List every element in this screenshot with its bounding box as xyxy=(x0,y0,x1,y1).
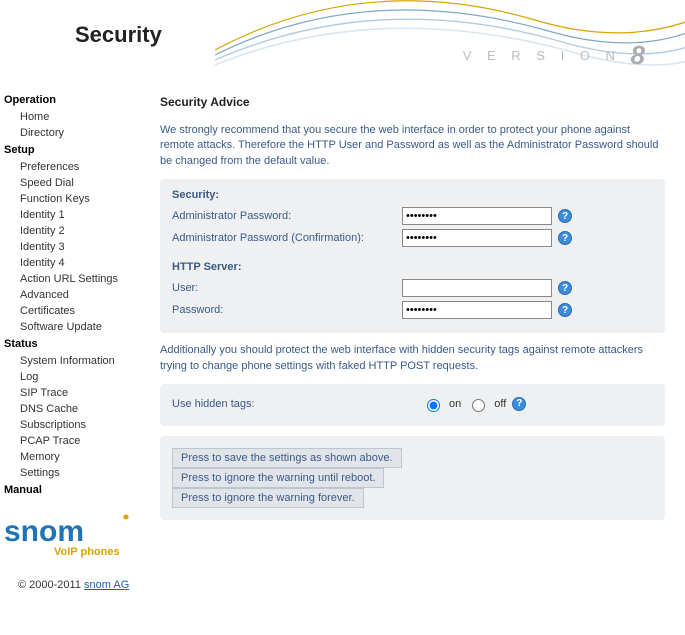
admin-password-label: Administrator Password: xyxy=(172,210,402,222)
http-user-input[interactable] xyxy=(402,279,552,297)
sidebar-item[interactable]: System Information xyxy=(4,353,150,369)
sidebar-item[interactable]: Advanced xyxy=(4,287,150,303)
version-label: V E R S I O N 8 xyxy=(463,40,645,71)
sidebar-group: Setup xyxy=(4,141,150,159)
ignore-until-reboot-button[interactable]: Press to ignore the warning until reboot… xyxy=(172,468,384,488)
security-section-label: Security: xyxy=(172,189,653,205)
admin-password-confirm-input[interactable] xyxy=(402,229,552,247)
hidden-tags-intro: Additionally you should protect the web … xyxy=(160,343,665,374)
sidebar-item[interactable]: Identity 3 xyxy=(4,239,150,255)
sidebar-item[interactable]: PCAP Trace xyxy=(4,433,150,449)
sidebar-item[interactable]: Memory xyxy=(4,449,150,465)
sidebar-item[interactable]: Preferences xyxy=(4,159,150,175)
sidebar-group: Status xyxy=(4,335,150,353)
help-icon[interactable]: ? xyxy=(558,231,572,245)
http-user-label: User: xyxy=(172,282,402,294)
hidden-tags-off-radio[interactable] xyxy=(472,399,485,412)
http-password-label: Password: xyxy=(172,304,402,316)
sidebar-item[interactable]: Certificates xyxy=(4,303,150,319)
sidebar-item[interactable]: SIP Trace xyxy=(4,385,150,401)
http-section-label: HTTP Server: xyxy=(172,261,653,277)
hidden-tags-label: Use hidden tags: xyxy=(172,398,422,410)
intro-text: We strongly recommend that you secure th… xyxy=(160,123,665,169)
sidebar-item[interactable]: Directory xyxy=(4,125,150,141)
http-password-input[interactable] xyxy=(402,301,552,319)
sidebar-item[interactable]: Log xyxy=(4,369,150,385)
vendor-link[interactable]: snom AG xyxy=(84,579,129,591)
sidebar-item[interactable]: Home xyxy=(4,109,150,125)
sidebar-item[interactable]: Identity 2 xyxy=(4,223,150,239)
header-banner: Security V E R S I O N 8 xyxy=(0,0,685,85)
help-icon[interactable]: ? xyxy=(512,397,526,411)
sidebar-item[interactable]: Settings xyxy=(4,465,150,481)
sidebar-item[interactable]: Software Update xyxy=(4,319,150,335)
ignore-forever-button[interactable]: Press to ignore the warning forever. xyxy=(172,488,364,508)
sidebar-group: Operation xyxy=(4,91,150,109)
brand-logo: snom VoIP phones xyxy=(4,499,150,559)
sidebar-item[interactable]: Function Keys xyxy=(4,191,150,207)
sidebar: OperationHomeDirectorySetupPreferencesSp… xyxy=(0,85,150,609)
help-icon[interactable]: ? xyxy=(558,209,572,223)
sidebar-item[interactable]: Subscriptions xyxy=(4,417,150,433)
hidden-tags-panel: Use hidden tags: on off ? xyxy=(160,384,665,426)
main-content: Security Advice We strongly recommend th… xyxy=(150,85,685,540)
sidebar-item[interactable]: Speed Dial xyxy=(4,175,150,191)
help-icon[interactable]: ? xyxy=(558,281,572,295)
save-button[interactable]: Press to save the settings as shown abov… xyxy=(172,448,402,468)
page-title: Security xyxy=(75,22,162,48)
logo-text: snom xyxy=(4,515,84,548)
actions-panel: Press to save the settings as shown abov… xyxy=(160,436,665,520)
content-heading: Security Advice xyxy=(160,95,665,109)
svg-text:VoIP phones: VoIP phones xyxy=(54,546,120,558)
sidebar-item[interactable]: DNS Cache xyxy=(4,401,150,417)
security-panel: Security: Administrator Password: ? Admi… xyxy=(160,179,665,333)
sidebar-item[interactable]: Identity 4 xyxy=(4,255,150,271)
hidden-tags-on-radio[interactable] xyxy=(427,399,440,412)
copyright: © 2000-2011 snom AG xyxy=(4,559,150,599)
admin-password-input[interactable] xyxy=(402,207,552,225)
sidebar-group: Manual xyxy=(4,481,150,499)
sidebar-item[interactable]: Action URL Settings xyxy=(4,271,150,287)
help-icon[interactable]: ? xyxy=(558,303,572,317)
admin-password-confirm-label: Administrator Password (Confirmation): xyxy=(172,232,402,244)
sidebar-item[interactable]: Identity 1 xyxy=(4,207,150,223)
